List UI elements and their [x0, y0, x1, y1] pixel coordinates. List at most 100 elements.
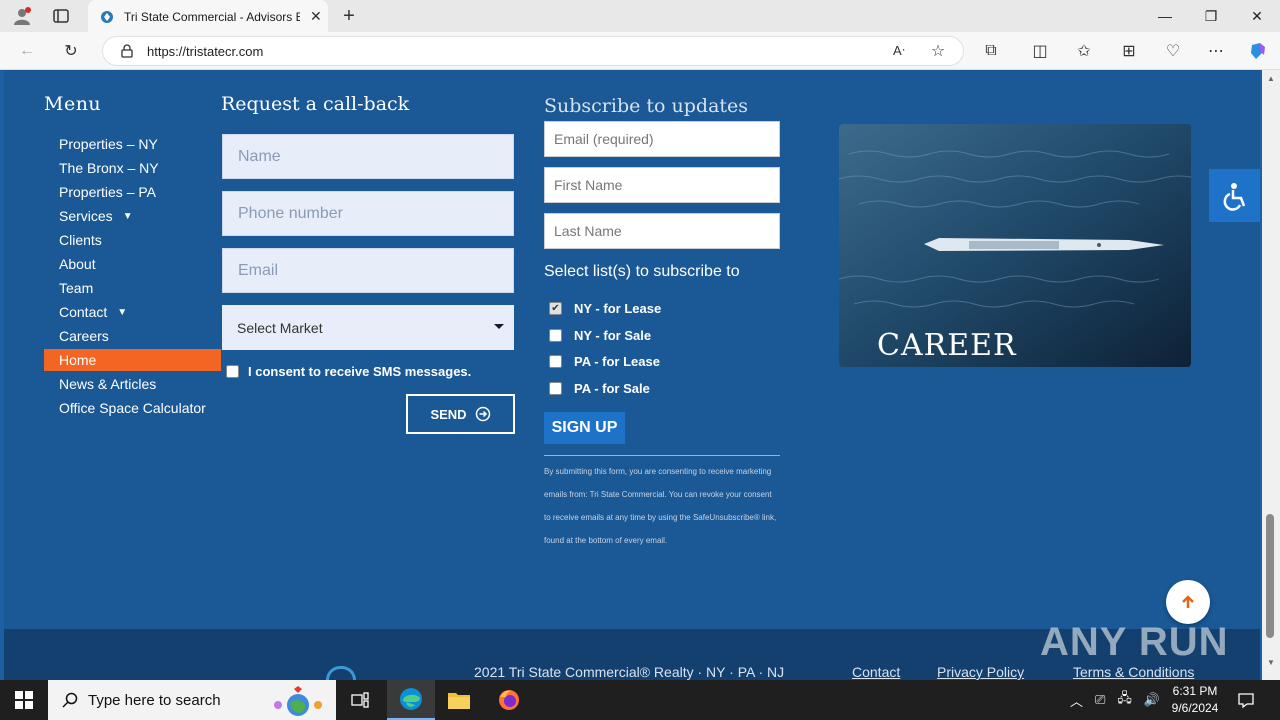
chevron-down-icon[interactable]: ▼: [117, 307, 127, 318]
send-button[interactable]: SEND: [406, 394, 515, 434]
more-menu-icon[interactable]: ⋯: [1203, 38, 1229, 64]
browser-essentials-icon[interactable]: ♡: [1160, 38, 1186, 64]
subscribe-last-name-input[interactable]: Last Name: [544, 213, 780, 249]
wheelchair-icon: [1223, 182, 1245, 211]
scrollbar-thumb[interactable]: [1266, 514, 1274, 638]
menu-item-properties-ny[interactable]: Properties – NY: [44, 133, 221, 155]
menu-heading: Menu: [44, 93, 102, 115]
page-scrollbar[interactable]: ▲ ▼: [1262, 70, 1280, 680]
subscribe-first-name-input[interactable]: First Name: [544, 167, 780, 203]
sms-consent-checkbox[interactable]: [226, 365, 239, 378]
menu-item-label: The Bronx – NY: [59, 160, 159, 176]
footer-copyright: 2021 Tri State Commercial® Realty · NY ·…: [474, 664, 785, 680]
task-view-icon[interactable]: [336, 680, 384, 720]
placeholder-text: Email (required): [554, 131, 654, 147]
start-button[interactable]: [0, 680, 48, 720]
placeholder-text: Last Name: [554, 223, 622, 239]
arrow-up-icon: [1182, 595, 1194, 608]
arrow-circle-icon: [475, 406, 490, 422]
address-bar[interactable]: https://tristatecr.com: [102, 36, 964, 66]
menu-item-label: Properties – NY: [59, 136, 158, 152]
favorite-star-icon[interactable]: ☆: [925, 38, 951, 64]
menu-item-clients[interactable]: Clients: [44, 229, 221, 251]
taskbar-clock[interactable]: 6:31 PM 9/6/2024: [1162, 683, 1228, 717]
sms-consent-row: I consent to receive SMS messages.: [226, 364, 471, 379]
minimize-icon[interactable]: —: [1142, 0, 1188, 32]
restore-icon[interactable]: ❐: [1188, 0, 1234, 32]
menu-item-bronx-ny[interactable]: The Bronx – NY: [44, 157, 221, 179]
callback-email-input[interactable]: Email: [222, 248, 514, 293]
list-checkbox[interactable]: [549, 329, 562, 342]
close-window-icon[interactable]: ✕: [1234, 0, 1280, 32]
collections-icon[interactable]: ⊞: [1116, 38, 1142, 64]
menu-item-label: Office Space Calculator: [59, 400, 206, 416]
browser-toolbar: ← ↻ https://tristatecr.com Aᐧ ☆ ⧉ ◫ ✩ ⊞ …: [0, 32, 1280, 70]
scroll-down-icon[interactable]: ▼: [1267, 658, 1275, 667]
callback-phone-input[interactable]: Phone number: [222, 191, 514, 236]
footer-contact-link[interactable]: Contact: [852, 664, 900, 680]
subscribe-email-input[interactable]: Email (required): [544, 121, 780, 157]
footer-privacy-link[interactable]: Privacy Policy: [937, 664, 1024, 680]
tab-actions-icon[interactable]: [50, 6, 72, 26]
dropdown-arrow-icon: [494, 324, 504, 329]
menu-item-team[interactable]: Team: [44, 277, 221, 299]
subscribe-disclaimer: By submitting this form, you are consent…: [544, 467, 777, 545]
scroll-up-icon[interactable]: ▲: [1267, 74, 1275, 83]
menu-item-label: About: [59, 256, 96, 272]
placeholder-text: Email: [238, 261, 279, 279]
list-option-ny-lease: ✔ NY - for Lease: [549, 301, 661, 316]
menu-item-label: News & Articles: [59, 376, 157, 392]
market-select[interactable]: Select Market: [222, 305, 514, 350]
menu-item-label: Properties – PA: [59, 184, 157, 200]
menu-item-office-calculator[interactable]: Office Space Calculator: [44, 397, 221, 419]
menu-item-news[interactable]: News & Articles: [44, 373, 221, 395]
taskbar-search[interactable]: Type here to search: [48, 680, 336, 720]
menu-item-about[interactable]: About: [44, 253, 221, 275]
site-favicon-icon: [101, 10, 113, 23]
favorites-icon[interactable]: ✩: [1071, 38, 1097, 64]
tray-chevron-icon[interactable]: ︿: [1070, 691, 1083, 710]
career-label: CAREER: [877, 328, 1017, 363]
list-option-label: PA - for Lease: [574, 354, 660, 369]
volume-icon[interactable]: 🔊: [1144, 692, 1160, 708]
browser-tab-bar: Tri State Commercial - Advisors B ✕ + — …: [0, 0, 1280, 33]
file-explorer-icon[interactable]: [435, 680, 483, 720]
extensions-icon[interactable]: ⧉: [978, 38, 1004, 64]
tab-active[interactable]: Tri State Commercial - Advisors B ✕: [88, 0, 328, 33]
list-checkbox[interactable]: [549, 382, 562, 395]
send-label: SEND: [430, 406, 467, 422]
signup-button[interactable]: SIGN UP: [544, 412, 625, 444]
read-aloud-icon[interactable]: Aᐧ: [886, 38, 912, 64]
clock-time: 6:31 PM: [1172, 684, 1218, 698]
notifications-icon[interactable]: [1238, 680, 1258, 720]
new-tab-icon[interactable]: +: [338, 5, 360, 27]
menu-item-home[interactable]: Home: [44, 349, 221, 371]
windows-logo-icon: [15, 691, 33, 709]
firefox-icon[interactable]: [485, 680, 533, 720]
tray-device-icon[interactable]: ⎚: [1095, 692, 1105, 708]
menu-item-properties-pa[interactable]: Properties – PA: [44, 181, 221, 203]
profile-icon[interactable]: [10, 6, 34, 26]
search-icon: [62, 692, 78, 708]
list-option-label: NY - for Sale: [574, 328, 652, 343]
refresh-icon[interactable]: ↻: [58, 38, 84, 64]
list-checkbox[interactable]: ✔: [549, 302, 562, 315]
close-tab-icon[interactable]: ✕: [310, 8, 322, 25]
menu-item-careers[interactable]: Careers: [44, 325, 221, 347]
edge-taskbar-icon[interactable]: [387, 680, 435, 720]
copilot-icon[interactable]: [1245, 38, 1271, 64]
placeholder-text: First Name: [554, 177, 623, 193]
accessibility-button[interactable]: [1209, 169, 1260, 222]
select-value: Select Market: [237, 319, 323, 336]
chevron-down-icon[interactable]: ▼: [123, 211, 133, 222]
callback-name-input[interactable]: Name: [222, 134, 514, 179]
back-icon[interactable]: ←: [14, 38, 40, 64]
watermark-text: ANY RUN: [1040, 619, 1229, 664]
network-icon[interactable]: 🖧: [1117, 689, 1132, 711]
split-screen-icon[interactable]: ◫: [1027, 38, 1053, 64]
menu-item-services[interactable]: Services ▼: [44, 205, 221, 227]
placeholder-text: Name: [238, 147, 281, 165]
menu-item-contact[interactable]: Contact ▼: [44, 301, 221, 323]
list-option-ny-sale: NY - for Sale: [549, 328, 651, 343]
list-checkbox[interactable]: [549, 355, 562, 368]
